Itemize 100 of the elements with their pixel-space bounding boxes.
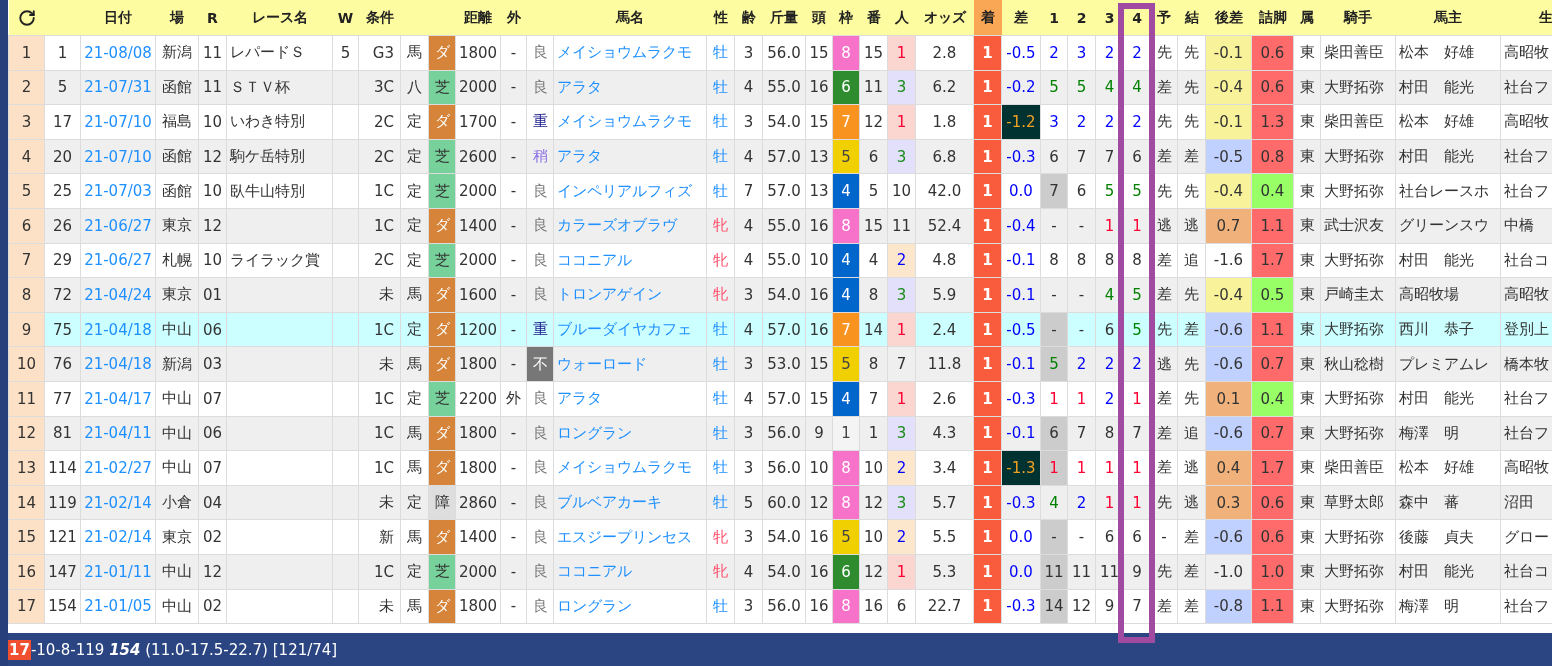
late-gap-cell: -0.1	[1205, 35, 1252, 71]
going-cell: 良	[526, 381, 554, 417]
table-cell: 逃	[1177, 208, 1206, 244]
column-header[interactable]: 日付	[80, 0, 156, 36]
table-cell: 15	[859, 35, 888, 71]
corner-position-cell: 6	[1067, 173, 1096, 209]
table-cell: 154	[44, 589, 81, 624]
column-header[interactable]: R	[198, 0, 227, 36]
column-header[interactable]: 結	[1177, 0, 1206, 36]
table-cell: 先	[1177, 35, 1206, 71]
column-header[interactable]: 距離	[455, 0, 501, 36]
column-header[interactable]: 着	[973, 0, 1002, 36]
late-gap-cell: -0.4	[1205, 173, 1252, 209]
table-cell: 2200	[455, 381, 501, 417]
row-number: 8	[8, 277, 45, 313]
column-header[interactable]: 外	[500, 0, 527, 36]
table-cell: 16	[805, 70, 833, 105]
closing-cell: 0.6	[1251, 70, 1294, 105]
column-header[interactable]: オッズ	[915, 0, 974, 36]
table-cell: 114	[44, 450, 81, 486]
table-cell: 3	[734, 450, 763, 486]
corner-position-cell: 3	[1067, 35, 1096, 71]
column-header[interactable]: 人	[887, 0, 916, 36]
table-cell: 梅澤 明	[1395, 589, 1501, 624]
popularity-cell: 11	[887, 208, 916, 244]
table-cell: 6.8	[915, 139, 974, 174]
row-number: 9	[8, 312, 45, 347]
column-header[interactable]: 性	[706, 0, 735, 36]
horse-link[interactable]: アラタ	[557, 77, 602, 96]
margin-cell: 0.0	[1001, 519, 1041, 555]
table-cell: 東	[1293, 35, 1321, 71]
table-cell: 馬	[400, 450, 429, 486]
sex-cell: 牡	[706, 35, 735, 71]
table-cell: 先	[1177, 381, 1206, 417]
table-cell: 1800	[455, 589, 501, 624]
table-cell: 54.0	[762, 519, 806, 555]
column-header[interactable]: 馬名	[553, 0, 707, 36]
table-cell: 新	[358, 519, 401, 555]
column-header[interactable]: 枠	[832, 0, 860, 36]
table-cell: 東	[1293, 485, 1321, 520]
row-number: 6	[8, 208, 45, 244]
late-gap-cell: -0.6	[1205, 519, 1252, 555]
column-header[interactable]: W	[332, 0, 359, 36]
table-cell: 07	[198, 381, 227, 417]
late-gap-cell: -0.6	[1205, 416, 1252, 451]
late-gap-cell: -0.6	[1205, 312, 1252, 347]
table-cell: 72	[44, 277, 81, 313]
column-header[interactable]: 馬主	[1395, 0, 1501, 36]
column-header[interactable]: 差	[1001, 0, 1041, 36]
column-header[interactable]: 騎手	[1320, 0, 1396, 36]
table-cell: 2C	[358, 139, 401, 174]
column-header[interactable]: 番	[859, 0, 888, 36]
table-cell: 54.0	[762, 277, 806, 313]
table-cell: 定	[400, 104, 429, 140]
table-cell: 17	[44, 104, 81, 140]
table-cell: 1C	[358, 312, 401, 347]
table-cell: 4	[734, 70, 763, 105]
table-cell: -	[500, 589, 527, 624]
table-cell: 馬	[400, 35, 429, 71]
table-cell: 松本 好雄	[1395, 35, 1501, 71]
column-header[interactable]: 生	[1500, 0, 1552, 36]
table-cell: -	[500, 104, 527, 140]
column-header[interactable]: 斤量	[762, 0, 806, 36]
refresh-icon[interactable]	[17, 8, 36, 27]
margin-cell: -0.4	[1001, 208, 1041, 244]
table-cell: 54.0	[762, 554, 806, 589]
column-header[interactable]: 2	[1067, 0, 1096, 36]
column-header[interactable]: 1	[1040, 0, 1068, 36]
going-cell: 重	[526, 312, 554, 347]
table-cell: 5.9	[915, 277, 974, 313]
column-header[interactable]: レース名	[226, 0, 333, 36]
table-cell: 1C	[358, 554, 401, 589]
column-header[interactable]: 頭	[805, 0, 833, 36]
column-header[interactable]: 齢	[734, 0, 763, 36]
column-header[interactable]: 詰脚	[1251, 0, 1294, 36]
table-cell: 村田 能光	[1395, 381, 1501, 417]
table-cell: 13	[805, 173, 833, 209]
column-header[interactable]: 場	[155, 0, 199, 36]
table-cell: -	[500, 346, 527, 382]
table-cell: 2000	[455, 70, 501, 105]
table-cell: 差	[1177, 312, 1206, 347]
column-header[interactable]: 条件	[358, 0, 401, 36]
table-cell: 大野拓弥	[1320, 589, 1396, 624]
table-cell: 4	[734, 208, 763, 244]
table-cell: 馬	[400, 589, 429, 624]
table-cell: 2.8	[915, 35, 974, 71]
table-cell: 60.0	[762, 485, 806, 520]
late-gap-cell: 0.4	[1205, 450, 1252, 486]
horse-link[interactable]: アラタ	[557, 389, 602, 408]
horse-link[interactable]: アラタ	[557, 147, 602, 166]
column-header[interactable]: 後差	[1205, 0, 1252, 36]
closing-cell: 0.8	[1251, 139, 1294, 174]
table-cell: 柴田善臣	[1320, 104, 1396, 140]
table-cell: 中山	[155, 381, 199, 417]
table-cell: 15	[805, 35, 833, 71]
table-cell: 5.5	[915, 519, 974, 555]
table-cell: 東	[1293, 554, 1321, 589]
going-cell: 良	[526, 208, 554, 244]
column-header[interactable]: 属	[1293, 0, 1321, 36]
table-cell: 3	[734, 519, 763, 555]
